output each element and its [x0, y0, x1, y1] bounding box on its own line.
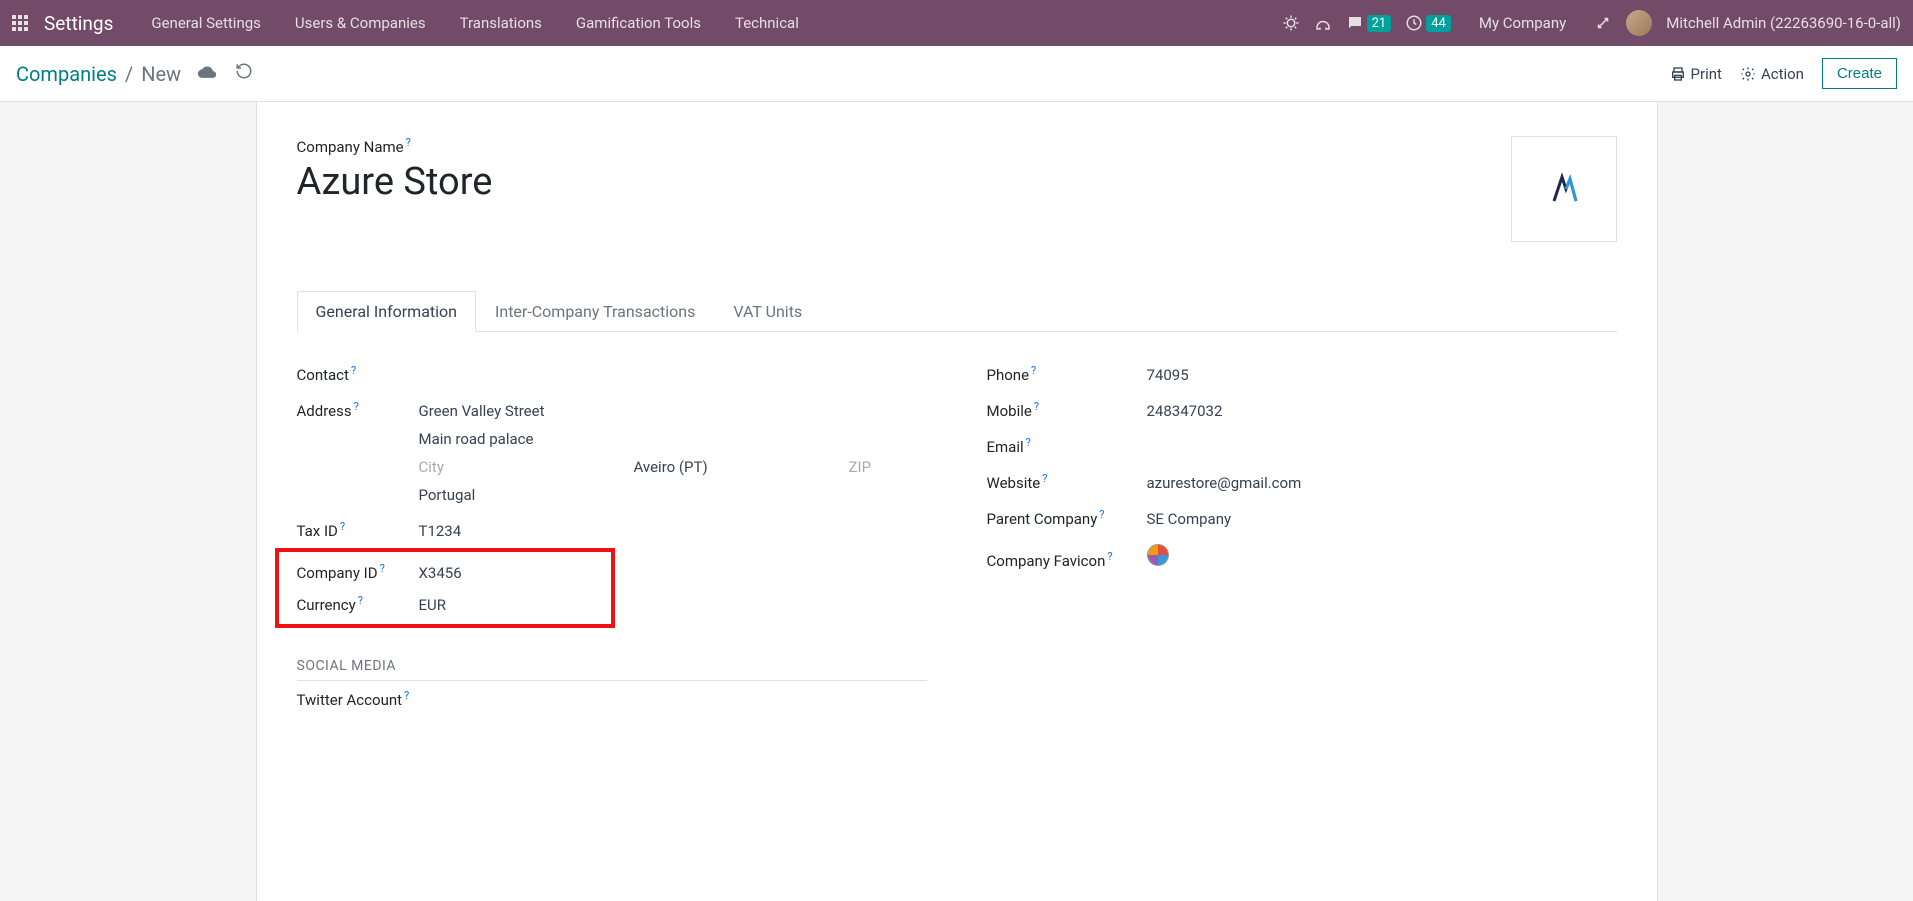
- company-name-label: Company Name?: [297, 136, 493, 156]
- cloud-unsaved-icon[interactable]: [197, 62, 217, 86]
- state-input[interactable]: Aveiro (PT): [634, 458, 829, 476]
- field-companyid: Company ID? X3456: [297, 556, 611, 588]
- field-currency: Currency? EUR: [297, 588, 611, 620]
- help-icon[interactable]: ?: [1026, 436, 1031, 449]
- form-columns: Contact? Address? Green Valley Street Ma…: [297, 356, 1617, 717]
- help-icon[interactable]: ?: [406, 136, 411, 149]
- topbar-left: Settings General Settings Users & Compan…: [12, 12, 813, 35]
- city-input[interactable]: City: [419, 458, 614, 476]
- clock-count: 44: [1426, 15, 1451, 32]
- help-icon[interactable]: ?: [351, 364, 356, 377]
- right-column: Phone? 74095 Mobile? 248347032 Email? We…: [987, 356, 1617, 717]
- parent-company-input[interactable]: SE Company: [1147, 510, 1232, 528]
- menu-technical[interactable]: Technical: [721, 14, 813, 32]
- company-name-value[interactable]: Azure Store: [297, 160, 493, 204]
- clock-icon[interactable]: 44: [1405, 14, 1451, 32]
- action-button[interactable]: Action: [1740, 65, 1804, 83]
- zip-input[interactable]: ZIP: [849, 458, 927, 476]
- topbar-right: 21 44 My Company Mitchell Admin (2226369…: [1282, 10, 1901, 36]
- tab-vat-units[interactable]: VAT Units: [714, 291, 821, 332]
- left-column: Contact? Address? Green Valley Street Ma…: [297, 356, 927, 717]
- tabs: General Information Inter-Company Transa…: [297, 290, 1617, 332]
- field-mobile: Mobile? 248347032: [987, 392, 1617, 428]
- field-favicon: Company Favicon?: [987, 536, 1617, 578]
- tab-general-information[interactable]: General Information: [297, 291, 477, 332]
- support-icon[interactable]: [1314, 14, 1332, 32]
- app-name[interactable]: Settings: [44, 12, 113, 35]
- currency-input[interactable]: EUR: [419, 596, 447, 614]
- help-icon[interactable]: ?: [1107, 550, 1112, 563]
- messages-icon[interactable]: 21: [1346, 14, 1392, 32]
- address-block: Green Valley Street Main road palace Cit…: [419, 402, 927, 504]
- country-input[interactable]: Portugal: [419, 486, 927, 504]
- print-button[interactable]: Print: [1670, 65, 1722, 83]
- help-icon[interactable]: ?: [354, 400, 359, 413]
- company-switcher[interactable]: My Company: [1465, 14, 1580, 32]
- field-website: Website? azurestore@gmail.com: [987, 464, 1617, 500]
- breadcrumb-current: New: [141, 62, 181, 86]
- field-twitter: Twitter Account?: [297, 681, 927, 717]
- help-icon[interactable]: ?: [1034, 400, 1039, 413]
- field-address: Address? Green Valley Street Main road p…: [297, 392, 927, 512]
- section-social-media: SOCIAL MEDIA: [297, 658, 927, 681]
- form-sheet: Company Name? Azure Store General Inform…: [256, 102, 1658, 901]
- field-parent-company: Parent Company? SE Company: [987, 500, 1617, 536]
- field-phone: Phone? 74095: [987, 356, 1617, 392]
- help-icon[interactable]: ?: [1031, 364, 1036, 377]
- highlight-annotation: Company ID? X3456 Currency? EUR: [275, 548, 615, 628]
- phone-input[interactable]: 74095: [1147, 366, 1189, 384]
- menu-users-companies[interactable]: Users & Companies: [281, 14, 440, 32]
- subbar-status-icons: [197, 62, 253, 86]
- help-icon[interactable]: ?: [340, 520, 345, 533]
- action-label: Action: [1761, 65, 1804, 83]
- user-name[interactable]: Mitchell Admin (22263690-16-0-all): [1666, 14, 1901, 32]
- print-label: Print: [1691, 65, 1722, 83]
- menu-general-settings[interactable]: General Settings: [137, 14, 275, 32]
- website-input[interactable]: azurestore@gmail.com: [1147, 474, 1302, 492]
- title-block: Company Name? Azure Store: [297, 136, 493, 242]
- help-icon[interactable]: ?: [1099, 508, 1104, 521]
- create-button[interactable]: Create: [1822, 58, 1897, 89]
- subbar: Companies / New Print Action Create: [0, 46, 1913, 102]
- companyid-input[interactable]: X3456: [419, 564, 462, 582]
- field-contact: Contact?: [297, 356, 927, 392]
- help-icon[interactable]: ?: [358, 594, 363, 607]
- help-icon[interactable]: ?: [380, 562, 385, 575]
- street-input[interactable]: Green Valley Street: [419, 402, 927, 420]
- favicon-image[interactable]: [1147, 544, 1169, 566]
- menu-gamification[interactable]: Gamification Tools: [562, 14, 715, 32]
- breadcrumb-root[interactable]: Companies: [16, 62, 117, 86]
- help-icon[interactable]: ?: [1042, 472, 1047, 485]
- avatar[interactable]: [1626, 10, 1652, 36]
- street2-input[interactable]: Main road palace: [419, 430, 927, 448]
- subbar-right: Print Action Create: [1670, 58, 1897, 89]
- apps-icon[interactable]: [12, 15, 28, 31]
- company-logo[interactable]: [1511, 136, 1617, 242]
- tab-intercompany[interactable]: Inter-Company Transactions: [476, 291, 714, 332]
- taxid-input[interactable]: T1234: [419, 522, 462, 540]
- bug-icon[interactable]: [1282, 14, 1300, 32]
- field-email: Email?: [987, 428, 1617, 464]
- discard-icon[interactable]: [235, 62, 253, 86]
- tools-icon[interactable]: [1594, 14, 1612, 32]
- menu-translations[interactable]: Translations: [446, 14, 556, 32]
- help-icon[interactable]: ?: [404, 689, 409, 702]
- scroll-area[interactable]: Company Name? Azure Store General Inform…: [0, 102, 1913, 901]
- field-taxid: Tax ID? T1234: [297, 512, 927, 548]
- messages-count: 21: [1367, 15, 1392, 32]
- topbar: Settings General Settings Users & Compan…: [0, 0, 1913, 46]
- breadcrumb: Companies / New: [16, 62, 181, 86]
- mobile-input[interactable]: 248347032: [1147, 402, 1223, 420]
- breadcrumb-sep: /: [125, 62, 133, 86]
- title-row: Company Name? Azure Store: [297, 136, 1617, 242]
